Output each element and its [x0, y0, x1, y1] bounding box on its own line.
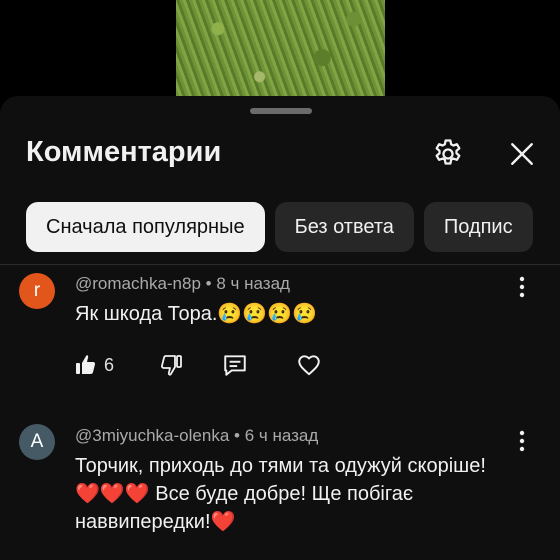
- dislike-button[interactable]: [156, 350, 186, 380]
- divider: [0, 264, 560, 265]
- close-button[interactable]: [500, 132, 544, 176]
- chip-popular-first[interactable]: Сначала популярные: [26, 202, 265, 252]
- comment-author[interactable]: @3miyuchka-olenka: [75, 426, 229, 445]
- reply-icon: [224, 355, 246, 376]
- chip-subscriptions[interactable]: Подпис: [423, 202, 533, 252]
- more-options-button[interactable]: [512, 426, 532, 456]
- close-icon: [511, 143, 533, 165]
- sort-filter-chips: Сначала популярные Без ответа Подпис: [26, 202, 543, 252]
- reply-button[interactable]: [220, 350, 250, 380]
- gear-icon: [435, 139, 461, 165]
- avatar-letter: A: [30, 431, 44, 452]
- heart-icon: [298, 355, 320, 376]
- meta-separator: •: [234, 426, 245, 445]
- like-button[interactable]: 6: [72, 350, 122, 380]
- video-thumbnail[interactable]: [176, 0, 385, 96]
- more-vertical-icon: [519, 430, 525, 452]
- comment-meta: @romachka-n8p • 8 ч назад: [75, 274, 290, 294]
- comment-actions: 6: [72, 350, 324, 380]
- thumbs-up-icon: [76, 355, 96, 374]
- video-player-area[interactable]: [0, 0, 560, 96]
- avatar-letter: r: [33, 280, 41, 301]
- chip-no-reply[interactable]: Без ответа: [274, 202, 414, 252]
- comment-time: 8 ч назад: [216, 274, 290, 293]
- avatar[interactable]: r: [19, 273, 55, 309]
- page-title: Комментарии: [26, 136, 222, 168]
- like-count: 6: [104, 354, 115, 375]
- heart-button[interactable]: [294, 350, 324, 380]
- settings-button[interactable]: [426, 132, 470, 176]
- drag-handle[interactable]: [250, 108, 312, 114]
- avatar[interactable]: A: [19, 424, 55, 460]
- more-options-button[interactable]: [512, 272, 532, 302]
- comment-author[interactable]: @romachka-n8p: [75, 274, 201, 293]
- more-vertical-icon: [519, 276, 525, 298]
- comment-time: 6 ч назад: [244, 426, 319, 445]
- thumbs-down-icon: [161, 355, 182, 376]
- comment-text: Торчик, приходь до тями та одужуй скоріш…: [75, 455, 486, 533]
- meta-separator: •: [205, 274, 217, 293]
- comments-panel: Комментарии Сначала популярные Без ответа…: [0, 96, 560, 560]
- comment-text: Як шкода Тора.😢😢😢😢: [75, 303, 317, 325]
- comment-meta: @3miyuchka-olenka • 6 ч назад: [75, 426, 318, 446]
